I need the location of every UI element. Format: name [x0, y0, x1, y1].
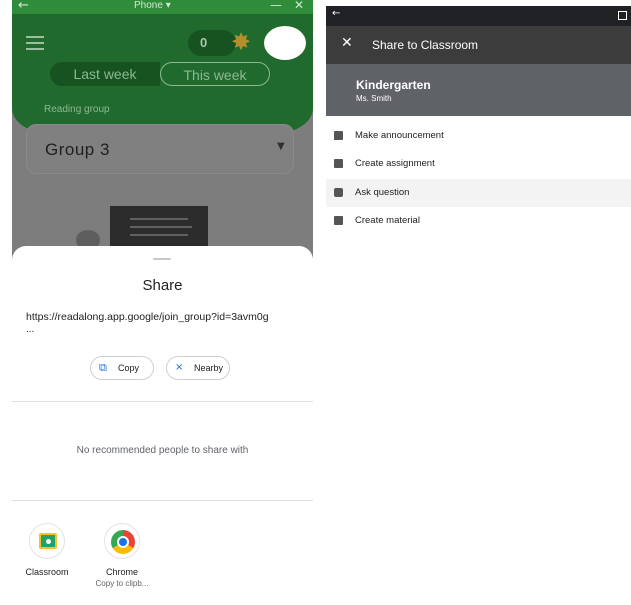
group-selector[interactable]: Group 3 ▼ — [26, 124, 294, 174]
back-arrow-icon[interactable]: ← — [332, 8, 340, 19]
status-bar: ← Phone ▾ — ✕ — [12, 0, 313, 14]
reading-app-phone: ← Phone ▾ — ✕ 0 ✸ Last week This week Re… — [12, 0, 313, 605]
status-bar: ← — [326, 6, 631, 26]
nearby-label: Nearby — [194, 363, 224, 373]
divider — [12, 500, 313, 501]
reading-group-label: Reading group — [44, 104, 110, 115]
nearby-icon: ⨯ — [175, 362, 184, 373]
week-toggle: Last week This week — [50, 62, 272, 86]
copy-icon: ⧉ — [99, 361, 107, 374]
copy-button[interactable]: ⧉ Copy — [90, 356, 154, 380]
dropdown-arrow-icon: ▼ — [277, 141, 285, 152]
this-week-tab[interactable]: This week — [160, 62, 270, 86]
share-title: Share — [142, 277, 183, 294]
share-target-sublabel: Copy to clipb... — [95, 579, 149, 588]
share-target-label: Classroom — [25, 567, 69, 577]
google-classroom-icon — [29, 523, 65, 559]
option-label: Ask question — [355, 187, 410, 198]
screenshot-root: ← Phone ▾ — ✕ 0 ✸ Last week This week Re… — [0, 0, 631, 605]
classroom-toolbar: ✕ Share to Classroom — [326, 26, 631, 64]
divider — [12, 401, 313, 402]
material-icon — [334, 216, 343, 225]
class-teacher: Ms. Smith — [356, 94, 392, 103]
hamburger-menu-icon[interactable] — [26, 36, 44, 54]
window-title: Phone ▾ — [134, 0, 171, 11]
back-arrow-icon[interactable]: ← — [18, 0, 29, 13]
last-week-tab[interactable]: Last week — [50, 62, 160, 86]
announcement-icon — [334, 131, 343, 140]
copy-label: Copy — [118, 363, 140, 373]
no-recommendations-text: No recommended people to share with — [76, 445, 249, 456]
star-icon: ✸ — [231, 28, 252, 56]
close-icon[interactable]: ✕ — [341, 35, 353, 51]
avatar[interactable] — [264, 26, 306, 60]
option-create-material[interactable]: Create material — [326, 207, 631, 235]
option-label: Create material — [355, 215, 420, 226]
coin-counter: 0 — [188, 30, 236, 56]
minimize-icon[interactable]: — — [270, 0, 282, 12]
option-label: Make announcement — [355, 130, 444, 141]
question-icon — [334, 188, 343, 197]
option-ask-question[interactable]: Ask question — [326, 179, 631, 207]
close-window-icon[interactable]: ✕ — [294, 0, 304, 12]
option-create-assignment[interactable]: Create assignment — [326, 150, 631, 178]
class-card[interactable]: Kindergarten Ms. Smith — [326, 64, 631, 116]
app-header: 0 ✸ Last week This week — [12, 14, 313, 134]
share-url: https://readalong.app.google/join_group?… — [26, 311, 269, 323]
class-name: Kindergarten — [356, 78, 431, 92]
window-maximize-icon[interactable] — [618, 11, 627, 20]
toolbar-title: Share to Classroom — [372, 38, 479, 52]
book-thumbnail — [110, 206, 208, 250]
option-make-announcement[interactable]: Make announcement — [326, 122, 631, 150]
nearby-button[interactable]: ⨯ Nearby — [166, 356, 230, 380]
share-url-overflow: ... — [26, 324, 35, 335]
classroom-share-phone: ← ✕ Share to Classroom Kindergarten Ms. … — [326, 6, 631, 605]
drag-handle[interactable] — [153, 258, 171, 260]
group-selector-value: Group 3 — [45, 140, 110, 159]
assignment-icon — [334, 159, 343, 168]
share-sheet: Share https://readalong.app.google/join_… — [12, 246, 313, 605]
share-target-label: Chrome — [105, 567, 138, 577]
chrome-icon — [104, 523, 140, 559]
option-label: Create assignment — [355, 158, 435, 169]
coin-count: 0 — [200, 35, 208, 50]
